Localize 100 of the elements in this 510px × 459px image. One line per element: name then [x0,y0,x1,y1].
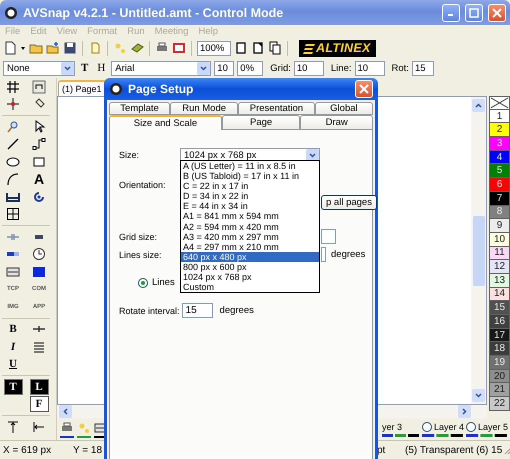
layer-radio[interactable] [422,422,432,432]
arc-icon[interactable] [6,172,20,186]
color-swatch[interactable]: 1 [489,110,510,124]
color-swatch[interactable]: 19 [489,356,510,370]
font-dropdown[interactable]: Arial [111,60,212,76]
ellipse-icon[interactable] [6,154,20,169]
lines-size-field[interactable] [321,247,326,262]
scroll-thumb[interactable] [472,216,484,286]
tool-button[interactable]: A [34,171,44,188]
color-swatch[interactable]: 7 [489,192,510,206]
dropdown-option[interactable]: 640 px x 480 px [181,252,319,262]
color-swatch[interactable]: 21 [489,383,510,398]
dialog-tab[interactable]: Draw [300,115,373,130]
color-swatch[interactable]: 11 [489,246,510,260]
color-swatch[interactable]: 4 [489,150,510,164]
dialog-tab[interactable]: Global [314,102,374,115]
grid-size-label: Grid size: [119,232,158,242]
color-swatch[interactable]: 13 [489,274,510,288]
line-icon[interactable] [6,137,20,152]
page-tab[interactable]: (1) Page1 [58,80,106,96]
maximize-icon[interactable] [469,8,479,18]
panel-icon[interactable] [6,264,20,279]
rectangle-icon[interactable] [32,154,46,169]
window-title: AVSnap v4.2.1 - Untitled.amt - Control Mode [23,6,284,20]
tool-button[interactable]: U [9,358,17,370]
scroll-left-icon[interactable] [59,405,72,418]
tool-button[interactable]: B [9,323,17,336]
layer-label: yer 3 [382,422,402,432]
grid-size-field[interactable] [321,229,336,244]
filled-square-icon[interactable] [32,264,46,279]
color-swatch[interactable]: 5 [489,164,510,178]
tool-button[interactable]: I [10,340,16,353]
crosshair-icon[interactable] [6,97,20,112]
minimize-button[interactable] [442,4,460,22]
close-icon[interactable] [359,84,369,94]
lines-icon[interactable] [32,340,46,354]
percent-field[interactable]: 0% [237,60,264,76]
color-swatch[interactable]: 18 [489,342,510,356]
color-swatch[interactable]: 20 [489,370,510,384]
scroll-up-icon[interactable] [472,99,485,112]
rot-field[interactable]: 15 [412,60,434,76]
status-y: Y = 18 [72,444,104,456]
layer-color-dashes [422,434,464,436]
font-size-field[interactable]: 10 [214,60,234,76]
close-button[interactable] [488,4,506,22]
tool-button[interactable]: F [30,396,48,412]
grid-field[interactable]: 10 [294,60,324,76]
dialog-tab[interactable]: Presentation [238,102,315,115]
search-icon[interactable] [6,120,20,134]
document-icon[interactable] [3,41,17,55]
style-dropdown[interactable]: None [3,60,75,76]
color-swatch[interactable]: 22 [489,397,510,411]
color-swatch[interactable]: 17 [489,328,510,342]
logo-stripes-icon [303,42,315,54]
rotate-field[interactable]: 15 [182,303,213,318]
degrees-label: degrees [331,249,366,260]
line-field[interactable]: 10 [354,60,384,76]
close-icon[interactable] [492,8,502,18]
align-left-icon[interactable] [32,420,46,434]
square-outline-icon[interactable] [172,41,186,55]
zoom-field[interactable]: 100% [197,40,231,56]
dialog-tab[interactable]: Size and Scale [109,115,222,130]
scroll-down-icon[interactable] [472,389,485,402]
align-top-icon[interactable] [6,420,20,434]
rotate-icon[interactable] [32,190,46,204]
page-corner-icon[interactable] [251,41,265,55]
app-icon [4,6,18,20]
color-swatch[interactable]: 15 [489,301,510,315]
text-toggle[interactable]: T [78,62,92,74]
h-toggle[interactable]: H [94,62,108,74]
dialog-tab[interactable]: Template [109,102,170,115]
rot-label: Rot: [392,62,409,74]
scroll-right-icon[interactable] [458,405,471,418]
tool-button[interactable]: L [30,378,48,395]
color-swatch[interactable]: 9 [489,219,510,233]
maximize-button[interactable] [465,4,483,22]
no-color-swatch[interactable] [489,96,510,110]
dialog-tab[interactable]: Run Mode [170,102,238,115]
connector-icon[interactable] [32,137,46,152]
apply-button[interactable]: p all pages [321,195,377,210]
layer-radio[interactable] [466,422,476,432]
table-icon[interactable] [6,207,20,222]
color-swatch[interactable]: 16 [489,315,510,329]
close-button[interactable] [355,80,373,98]
folder-plus-icon[interactable] [46,41,60,55]
tool-button[interactable]: T [4,378,22,395]
color-swatch[interactable]: 14 [489,288,510,302]
color-swatch[interactable]: 12 [489,260,510,274]
color-swatch[interactable]: 10 [489,232,510,247]
dialog-tab[interactable]: Page [222,115,300,130]
page-icon[interactable] [234,41,248,55]
color-swatch[interactable]: 2 [489,123,510,138]
grid-icon[interactable] [6,80,20,94]
pages-icon[interactable] [268,41,282,55]
caret-icon[interactable] [306,148,319,162]
vertical-scrollbar[interactable] [471,97,486,404]
clock-icon[interactable] [32,247,46,262]
lines-radio[interactable] [138,278,148,288]
grid-label: Grid: [270,62,291,74]
frame-icon[interactable] [32,80,46,94]
